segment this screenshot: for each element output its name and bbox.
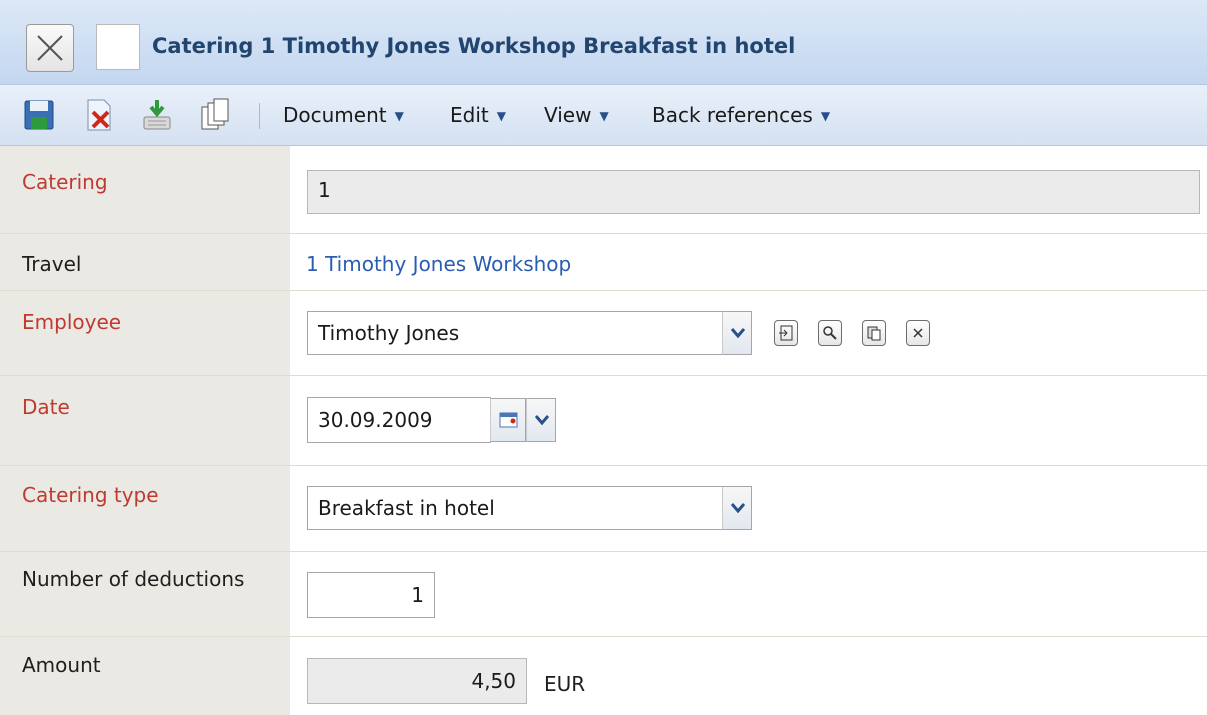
menu-document-arrow-icon: ▼ [394,109,404,123]
catering-type-select[interactable]: Breakfast in hotel [307,486,723,530]
deductions-input[interactable]: 1 [307,572,435,618]
date-label: Date [22,395,70,419]
chevron-down-icon [731,328,745,338]
toolbar: Document ▼ Edit ▼ View ▼ Back references ▼ [0,85,1207,146]
search-icon [823,326,837,340]
calendar-icon [499,412,518,428]
delete-icon[interactable] [82,97,116,133]
row-divider [0,375,1207,376]
window-title: Catering 1 Timothy Jones Workshop Breakf… [152,34,796,58]
close-window-button[interactable] [26,24,74,72]
open-record-button[interactable] [774,320,798,346]
export-icon[interactable] [140,97,174,133]
menu-edit[interactable]: Edit ▼ [450,99,506,131]
row-divider [0,636,1207,637]
open-icon [779,325,793,341]
currency-label: EUR [544,672,586,696]
copy-value-button[interactable] [862,320,886,346]
menu-back-references[interactable]: Back references ▼ [652,99,830,131]
employee-select[interactable]: Timothy Jones [307,311,723,355]
amount-label: Amount [22,653,101,677]
title-bar: Catering 1 Timothy Jones Workshop Breakf… [0,0,1207,85]
calendar-button[interactable] [490,398,526,442]
search-button[interactable] [818,320,842,346]
menu-view-label: View [544,103,592,127]
catering-field: 1 [307,170,1200,214]
menu-view-arrow-icon: ▼ [599,109,609,123]
menu-view[interactable]: View ▼ [544,99,609,131]
catering-type-dropdown-button[interactable] [722,486,752,530]
copy-icon[interactable] [198,97,232,133]
close-icon [37,35,63,61]
date-input[interactable]: 30.09.2009 [307,397,491,443]
menu-document[interactable]: Document ▼ [283,99,404,131]
travel-label: Travel [22,252,82,276]
menu-back-references-label: Back references [652,103,813,127]
save-icon[interactable] [22,97,56,133]
chevron-down-icon [731,503,745,513]
date-dropdown-button[interactable] [526,398,556,442]
employee-dropdown-button[interactable] [722,311,752,355]
select-checkbox[interactable] [96,24,140,70]
row-divider [0,551,1207,552]
amount-field: 4,50 [307,658,527,704]
menu-edit-label: Edit [450,103,489,127]
menu-back-references-arrow-icon: ▼ [820,109,831,123]
catering-label: Catering [22,170,108,194]
toolbar-separator [259,103,260,129]
row-divider [0,233,1207,234]
clipboard-icon [867,326,881,341]
employee-label: Employee [22,310,122,334]
deductions-label: Number of deductions [22,567,245,591]
menu-document-label: Document [283,103,387,127]
clear-value-button[interactable] [906,320,930,346]
close-icon [913,328,923,338]
row-divider [0,465,1207,466]
chevron-down-icon [535,415,549,425]
menu-edit-arrow-icon: ▼ [496,109,506,123]
label-column [0,146,290,715]
row-divider [0,290,1207,291]
travel-link[interactable]: 1 Timothy Jones Workshop [306,252,571,276]
catering-type-label: Catering type [22,483,159,507]
